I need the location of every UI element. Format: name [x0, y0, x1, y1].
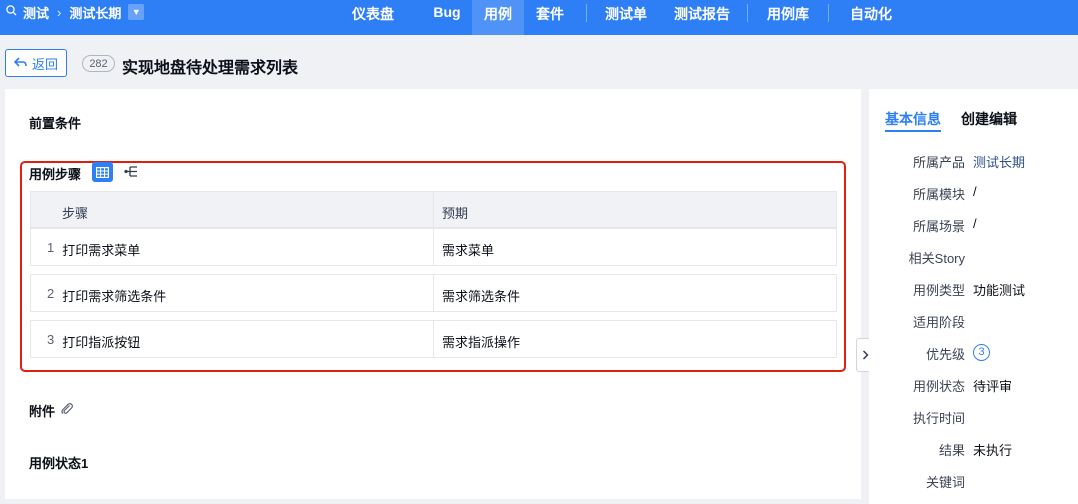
- back-arrow-icon: [13, 56, 27, 71]
- back-button-label: 返回: [31, 56, 58, 72]
- case-id-badge: 282: [82, 55, 115, 72]
- step-text: 打印需求筛选条件: [62, 289, 167, 304]
- back-button[interactable]: 返回: [5, 49, 67, 77]
- expand-panel-icon: [862, 348, 869, 363]
- nav-divider: [586, 4, 587, 22]
- active-tab-indicator: [885, 130, 941, 132]
- attachments-label: 附件: [29, 404, 56, 419]
- field-value-product[interactable]: 测试长期: [973, 152, 1025, 171]
- top-navbar: 测试 › 测试长期 ▼ 仪表盘 Bug 用例 套件 测试单 测试报告 用例库 自…: [0, 0, 1078, 35]
- nav-dashboard[interactable]: 仪表盘: [339, 0, 407, 35]
- nav-divider: [828, 4, 829, 22]
- tab-create-edit[interactable]: 创建编辑: [961, 109, 1017, 129]
- field-label-scene: 所属场景: [912, 219, 965, 234]
- search-icon[interactable]: [6, 5, 17, 19]
- chevron-down-icon[interactable]: ▼: [128, 4, 145, 20]
- field-value-status: 待评审: [973, 379, 1013, 394]
- field-value-priority: 3: [973, 343, 990, 361]
- field-label-module: 所属模块: [912, 187, 965, 202]
- priority-badge: 3: [973, 343, 990, 361]
- breadcrumb: 测试 › 测试长期 ▼: [6, 0, 145, 24]
- tab-basic-info[interactable]: 基本信息: [885, 109, 941, 129]
- chevron-right-icon: ›: [57, 4, 62, 20]
- field-label-case-type: 用例类型: [912, 283, 965, 298]
- breadcrumb-root[interactable]: 测试: [23, 3, 49, 22]
- field-label-status: 用例状态: [912, 379, 965, 394]
- nav-suite[interactable]: 套件: [524, 0, 576, 35]
- attachments-title: 附件: [29, 401, 74, 420]
- case-status-title: 用例状态1: [29, 456, 89, 471]
- steps-table-header: 步骤 预期: [30, 191, 837, 228]
- expect-text: 需求菜单: [442, 243, 495, 258]
- tree-view-icon[interactable]: [123, 163, 141, 181]
- table-view-icon[interactable]: [92, 162, 113, 182]
- main-panel: 前置条件 用例步骤 步骤 预期 1 打印需求菜单 需求菜单 2 打印需求筛选条件 需…: [5, 89, 861, 499]
- step-number: 3: [47, 332, 55, 347]
- field-label-product: 所属产品: [912, 155, 965, 170]
- side-panel: 基本信息 创建编辑 所属产品 测试长期 所属模块 / 所属场景 / 相关Stor…: [869, 89, 1078, 504]
- nav-testtask[interactable]: 测试单: [596, 0, 656, 35]
- precondition-title: 前置条件: [29, 116, 82, 131]
- table-row: 3 打印指派按钮 需求指派操作: [30, 320, 837, 358]
- step-text: 打印需求菜单: [62, 243, 141, 258]
- paperclip-icon[interactable]: [60, 402, 74, 419]
- table-row: 1 打印需求菜单 需求菜单: [30, 228, 837, 266]
- step-number: 1: [47, 240, 55, 255]
- expect-text: 需求指派操作: [442, 335, 521, 350]
- column-header-expect: 预期: [442, 206, 469, 221]
- column-header-step: 步骤: [31, 192, 434, 227]
- nav-bug[interactable]: Bug: [420, 0, 474, 35]
- field-label-exec-time: 执行时间: [912, 411, 965, 426]
- field-value-result: 未执行: [973, 443, 1013, 458]
- nav-divider: [747, 4, 748, 22]
- page-title: 实现地盘待处理需求列表: [122, 60, 299, 77]
- table-row: 2 打印需求筛选条件 需求筛选条件: [30, 274, 837, 312]
- expect-text: 需求筛选条件: [442, 289, 521, 304]
- nav-caselib[interactable]: 用例库: [758, 0, 818, 35]
- field-label-keywords: 关键词: [925, 475, 965, 490]
- nav-testreport[interactable]: 测试报告: [664, 0, 740, 35]
- nav-testcase[interactable]: 用例: [472, 0, 524, 35]
- field-label-priority: 优先级: [925, 347, 965, 362]
- field-value-case-type: 功能测试: [973, 283, 1026, 298]
- field-label-result: 结果: [938, 443, 965, 458]
- field-value-scene: /: [973, 216, 977, 231]
- breadcrumb-product[interactable]: 测试长期: [69, 3, 121, 22]
- step-text: 打印指派按钮: [62, 335, 141, 350]
- steps-title: 用例步骤: [29, 167, 82, 182]
- nav-automation[interactable]: 自动化: [840, 0, 902, 35]
- step-number: 2: [47, 286, 55, 301]
- field-label-story: 相关Story: [908, 251, 965, 266]
- field-value-module: /: [973, 184, 977, 199]
- field-label-stage: 适用阶段: [912, 315, 965, 330]
